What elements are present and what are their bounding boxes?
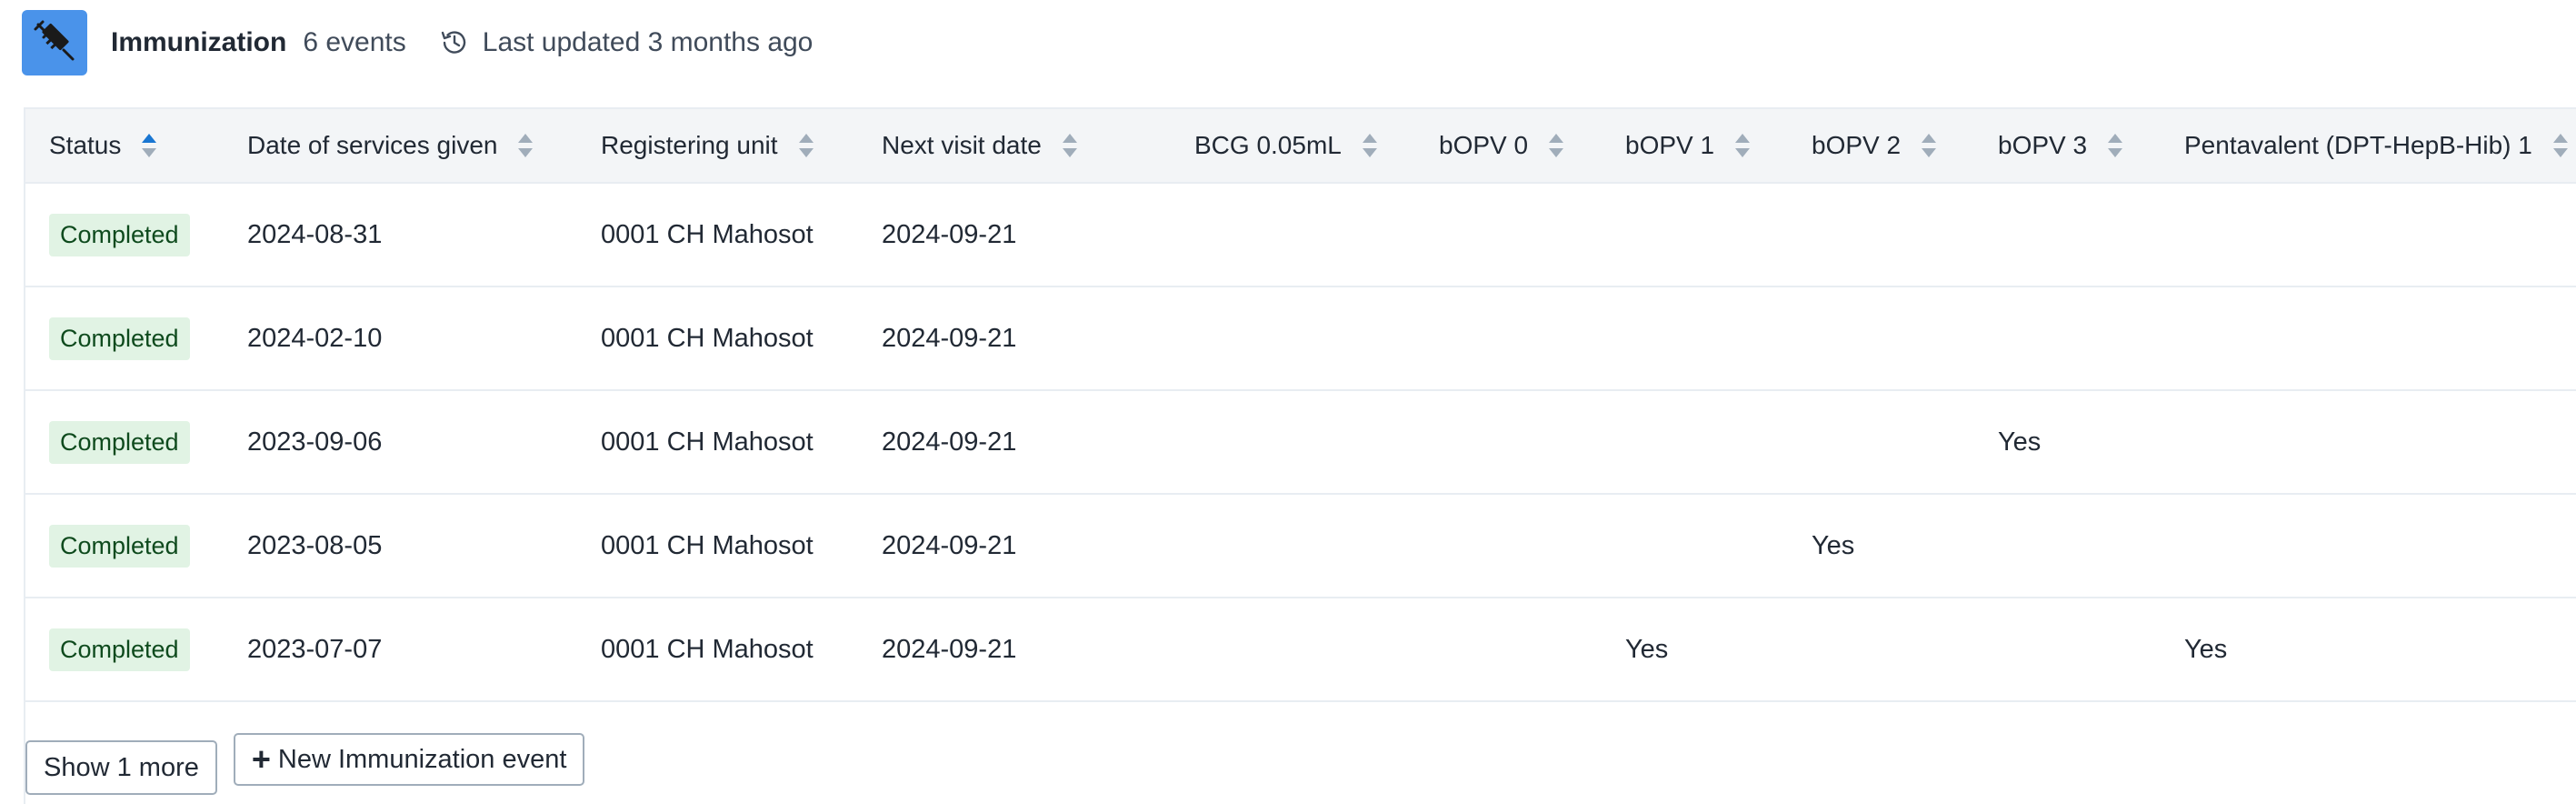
table-row[interactable]: Completed 2023-08-05 0001 CH Mahosot 202… bbox=[25, 495, 2576, 598]
registering-unit-cell: 0001 CH Mahosot bbox=[601, 323, 814, 353]
sort-icon bbox=[1734, 132, 1751, 159]
next-visit-date-cell: 2024-09-21 bbox=[882, 427, 1017, 457]
event-count: 6 events bbox=[303, 27, 406, 57]
sort-icon bbox=[1548, 132, 1564, 159]
sort-ascending-icon bbox=[141, 132, 157, 159]
page-title: Immunization bbox=[111, 27, 287, 57]
column-header-bcg[interactable]: BCG 0.05mL bbox=[1194, 109, 1378, 182]
column-header-label: Date of services given bbox=[247, 131, 498, 159]
sort-icon bbox=[1362, 132, 1378, 159]
sort-icon bbox=[2107, 132, 2123, 159]
column-header-pentavalent-1[interactable]: Pentavalent (DPT-HepB-Hib) 1 bbox=[2184, 109, 2569, 182]
registering-unit-cell: 0001 CH Mahosot bbox=[601, 634, 814, 664]
sort-icon bbox=[1062, 132, 1078, 159]
status-cell: Completed bbox=[49, 495, 190, 597]
next-visit-date-cell: 2024-09-21 bbox=[882, 530, 1017, 560]
column-header-label: bOPV 3 bbox=[1998, 131, 2088, 159]
events-table: Status Date of services given Registerin… bbox=[24, 107, 2576, 804]
table-row[interactable]: Completed 2023-07-07 0001 CH Mahosot 202… bbox=[25, 598, 2576, 702]
column-header-registering-unit[interactable]: Registering unit bbox=[601, 109, 814, 182]
status-badge: Completed bbox=[49, 524, 190, 568]
table-header: Status Date of services given Registerin… bbox=[25, 109, 2576, 184]
sort-icon bbox=[517, 132, 534, 159]
table-row[interactable]: Completed 2024-08-31 0001 CH Mahosot 202… bbox=[25, 184, 2576, 287]
column-header-label: Registering unit bbox=[601, 131, 778, 159]
column-header-bopv-3[interactable]: bOPV 3 bbox=[1998, 109, 2123, 182]
status-badge: Completed bbox=[49, 420, 190, 464]
status-badge: Completed bbox=[49, 317, 190, 360]
show-more-button[interactable]: Show 1 more bbox=[25, 740, 217, 795]
column-header-label: BCG 0.05mL bbox=[1194, 131, 1342, 159]
next-visit-date-cell: 2024-09-21 bbox=[882, 323, 1017, 353]
column-header-bopv-0[interactable]: bOPV 0 bbox=[1439, 109, 1564, 182]
bopv-2-cell: Yes bbox=[1812, 530, 1855, 560]
history-icon bbox=[439, 26, 472, 59]
column-header-label: bOPV 1 bbox=[1625, 131, 1715, 159]
last-updated-text: Last updated 3 months ago bbox=[482, 27, 814, 57]
status-badge: Completed bbox=[49, 213, 190, 256]
new-event-button[interactable]: + New Immunization event bbox=[233, 733, 585, 786]
column-header-label: Pentavalent (DPT-HepB-Hib) 1 bbox=[2184, 131, 2532, 159]
column-header-bopv-2[interactable]: bOPV 2 bbox=[1812, 109, 1937, 182]
sort-icon bbox=[2552, 132, 2569, 159]
registering-unit-cell: 0001 CH Mahosot bbox=[601, 427, 814, 457]
registering-unit-cell: 0001 CH Mahosot bbox=[601, 219, 814, 249]
column-header-label: bOPV 0 bbox=[1439, 131, 1529, 159]
table-footer: Show 1 more + New Immunization event bbox=[25, 733, 585, 795]
column-header-label: Next visit date bbox=[882, 131, 1042, 159]
table-row[interactable]: Completed 2023-09-06 0001 CH Mahosot 202… bbox=[25, 391, 2576, 495]
column-header-date[interactable]: Date of services given bbox=[247, 109, 534, 182]
date-cell: 2023-08-05 bbox=[247, 530, 383, 560]
status-cell: Completed bbox=[49, 598, 190, 700]
date-cell: 2023-07-07 bbox=[247, 634, 383, 664]
status-cell: Completed bbox=[49, 391, 190, 493]
column-header-bopv-1[interactable]: bOPV 1 bbox=[1625, 109, 1751, 182]
table-row[interactable]: Completed 2024-02-10 0001 CH Mahosot 202… bbox=[25, 287, 2576, 391]
date-cell: 2023-09-06 bbox=[247, 427, 383, 457]
status-cell: Completed bbox=[49, 287, 190, 389]
next-visit-date-cell: 2024-09-21 bbox=[882, 634, 1017, 664]
date-cell: 2024-02-10 bbox=[247, 323, 383, 353]
column-header-status[interactable]: Status bbox=[49, 109, 157, 182]
plus-icon: + bbox=[251, 740, 271, 778]
date-cell: 2024-08-31 bbox=[247, 219, 383, 249]
sort-icon bbox=[1921, 132, 1937, 159]
bopv-3-cell: Yes bbox=[1998, 427, 2042, 457]
column-header-label: Status bbox=[49, 131, 122, 159]
next-visit-date-cell: 2024-09-21 bbox=[882, 219, 1017, 249]
syringe-icon bbox=[22, 10, 87, 75]
status-cell: Completed bbox=[49, 184, 190, 286]
registering-unit-cell: 0001 CH Mahosot bbox=[601, 530, 814, 560]
status-badge: Completed bbox=[49, 628, 190, 671]
new-event-label: New Immunization event bbox=[277, 744, 567, 774]
bopv-1-cell: Yes bbox=[1625, 634, 1669, 664]
widget-header: Immunization 6 events Last updated 3 mon… bbox=[22, 10, 813, 75]
pentavalent-1-cell: Yes bbox=[2184, 634, 2228, 664]
column-header-next-visit-date[interactable]: Next visit date bbox=[882, 109, 1078, 182]
column-header-label: bOPV 2 bbox=[1812, 131, 1902, 159]
sort-icon bbox=[798, 132, 814, 159]
